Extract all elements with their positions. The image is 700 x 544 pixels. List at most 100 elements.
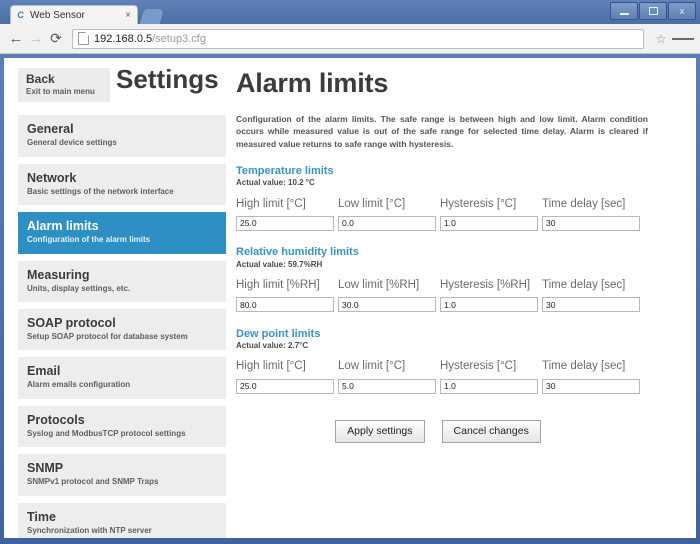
section-title: Dew point limits (236, 328, 682, 341)
hysteresis-input[interactable] (440, 216, 538, 231)
browser-toolbar: ← → ⟳ 192.168.0.5/setup3.cfg ☆ (0, 24, 700, 54)
sidebar-item-title: SOAP protocol (27, 316, 217, 331)
close-window-button[interactable]: x (668, 2, 696, 20)
sidebar-item-subtitle: SNMPv1 protocol and SNMP Traps (27, 477, 217, 487)
sidebar-item-title: Alarm limits (27, 219, 217, 234)
section-title: Relative humidity limits (236, 246, 682, 259)
hysteresis-input[interactable] (440, 297, 538, 312)
field-label: Low limit [°C] (338, 198, 436, 212)
field-label: High limit [°C] (236, 360, 334, 374)
page-info-icon (78, 32, 89, 45)
sidebar-item-title: General (27, 122, 217, 137)
field-label: Low limit [°C] (338, 360, 436, 374)
favicon-icon: C (15, 10, 26, 21)
hysteresis-input[interactable] (440, 379, 538, 394)
field-label: High limit [%RH] (236, 279, 334, 293)
menu-icon[interactable] (672, 29, 694, 49)
settings-heading: Settings (116, 66, 219, 92)
sidebar-item-general[interactable]: General General device settings (18, 115, 226, 156)
forward-icon: → (26, 29, 46, 49)
field-low-limit: Low limit [%RH] (338, 279, 440, 313)
page-description: Configuration of the alarm limits. The s… (236, 113, 648, 150)
form-actions: Apply settings Cancel changes (236, 420, 640, 443)
field-high-limit: High limit [°C] (236, 360, 338, 394)
field-label: Hysteresis [%RH] (440, 279, 538, 293)
back-button-subtitle: Exit to main menu (26, 87, 102, 97)
field-row: High limit [%RH] Low limit [%RH] Hystere… (236, 279, 640, 313)
sidebar-item-subtitle: Configuration of the alarm limits (27, 235, 217, 245)
field-hysteresis: Hysteresis [°C] (440, 360, 542, 394)
section-actual-value: Actual value: 59.7%RH (236, 260, 682, 270)
reload-icon[interactable]: ⟳ (46, 29, 66, 49)
page-title: Alarm limits (236, 70, 682, 97)
close-tab-icon[interactable]: × (123, 10, 133, 21)
sidebar-item-title: Protocols (27, 413, 217, 428)
address-bar[interactable]: 192.168.0.5/setup3.cfg (72, 29, 644, 49)
sidebar-item-measuring[interactable]: Measuring Units, display settings, etc. (18, 261, 226, 302)
field-label: High limit [°C] (236, 198, 334, 212)
section-actual-value: Actual value: 10.2 °C (236, 178, 682, 188)
browser-window: C Web Sensor × x ← → ⟳ 192.168.0.5/setup… (0, 0, 700, 544)
high-limit-input[interactable] (236, 379, 334, 394)
sidebar-item-subtitle: Units, display settings, etc. (27, 284, 217, 294)
maximize-button[interactable] (639, 2, 667, 20)
low-limit-input[interactable] (338, 379, 436, 394)
back-button-title: Back (26, 73, 102, 87)
field-label: Time delay [sec] (542, 360, 640, 374)
low-limit-input[interactable] (338, 297, 436, 312)
cancel-changes-button[interactable]: Cancel changes (442, 420, 541, 443)
time-delay-input[interactable] (542, 297, 640, 312)
main-content: Alarm limits Configuration of the alarm … (226, 68, 696, 538)
section-actual-value: Actual value: 2.7°C (236, 341, 682, 351)
sidebar-item-title: Time (27, 510, 217, 525)
url-text: 192.168.0.5/setup3.cfg (94, 33, 206, 45)
sidebar-item-network[interactable]: Network Basic settings of the network in… (18, 164, 226, 205)
tab-title: Web Sensor (30, 10, 123, 21)
sidebar-item-title: SNMP (27, 461, 217, 476)
field-label: Time delay [sec] (542, 279, 640, 293)
field-row: High limit [°C] Low limit [°C] Hysteresi… (236, 198, 640, 232)
sidebar-item-subtitle: Alarm emails configuration (27, 380, 217, 390)
field-hysteresis: Hysteresis [%RH] (440, 279, 542, 313)
field-time-delay: Time delay [sec] (542, 279, 640, 313)
sidebar-item-time[interactable]: Time Synchronization with NTP server (18, 503, 226, 538)
window-controls: x (610, 2, 696, 20)
back-to-main-menu-button[interactable]: Back Exit to main menu (18, 68, 110, 102)
field-time-delay: Time delay [sec] (542, 360, 640, 394)
field-low-limit: Low limit [°C] (338, 198, 440, 232)
field-time-delay: Time delay [sec] (542, 198, 640, 232)
high-limit-input[interactable] (236, 297, 334, 312)
field-low-limit: Low limit [°C] (338, 360, 440, 394)
section-title: Temperature limits (236, 165, 682, 178)
title-bar: C Web Sensor × x (0, 0, 700, 24)
sidebar-item-soap-protocol[interactable]: SOAP protocol Setup SOAP protocol for da… (18, 309, 226, 350)
sidebar-item-snmp[interactable]: SNMP SNMPv1 protocol and SNMP Traps (18, 454, 226, 495)
low-limit-input[interactable] (338, 216, 436, 231)
bookmark-star-icon[interactable]: ☆ (650, 29, 672, 49)
minimize-button[interactable] (610, 2, 638, 20)
sidebar-item-protocols[interactable]: Protocols Syslog and ModbusTCP protocol … (18, 406, 226, 447)
high-limit-input[interactable] (236, 216, 334, 231)
new-tab-button[interactable] (140, 9, 165, 24)
field-high-limit: High limit [%RH] (236, 279, 338, 313)
time-delay-input[interactable] (542, 379, 640, 394)
sidebar-item-subtitle: Synchronization with NTP server (27, 526, 217, 536)
field-hysteresis: Hysteresis [°C] (440, 198, 542, 232)
field-label: Hysteresis [°C] (440, 198, 538, 212)
apply-settings-button[interactable]: Apply settings (335, 420, 424, 443)
field-label: Time delay [sec] (542, 198, 640, 212)
section-temperature-limits: Temperature limits Actual value: 10.2 °C… (236, 165, 682, 231)
sidebar-item-alarm-limits[interactable]: Alarm limits Configuration of the alarm … (18, 212, 226, 253)
sidebar-item-subtitle: Setup SOAP protocol for database system (27, 332, 217, 342)
field-label: Low limit [%RH] (338, 279, 436, 293)
time-delay-input[interactable] (542, 216, 640, 231)
section-dew-point-limits: Dew point limits Actual value: 2.7°C Hig… (236, 328, 682, 394)
back-icon[interactable]: ← (6, 29, 26, 49)
sidebar-item-title: Measuring (27, 268, 217, 283)
sidebar-item-email[interactable]: Email Alarm emails configuration (18, 357, 226, 398)
field-label: Hysteresis [°C] (440, 360, 538, 374)
section-relative-humidity-limits: Relative humidity limits Actual value: 5… (236, 246, 682, 312)
url-host: 192.168.0.5 (94, 33, 152, 45)
browser-tab[interactable]: C Web Sensor × (10, 5, 138, 24)
page-content: Back Exit to main menu General General d… (4, 58, 696, 538)
